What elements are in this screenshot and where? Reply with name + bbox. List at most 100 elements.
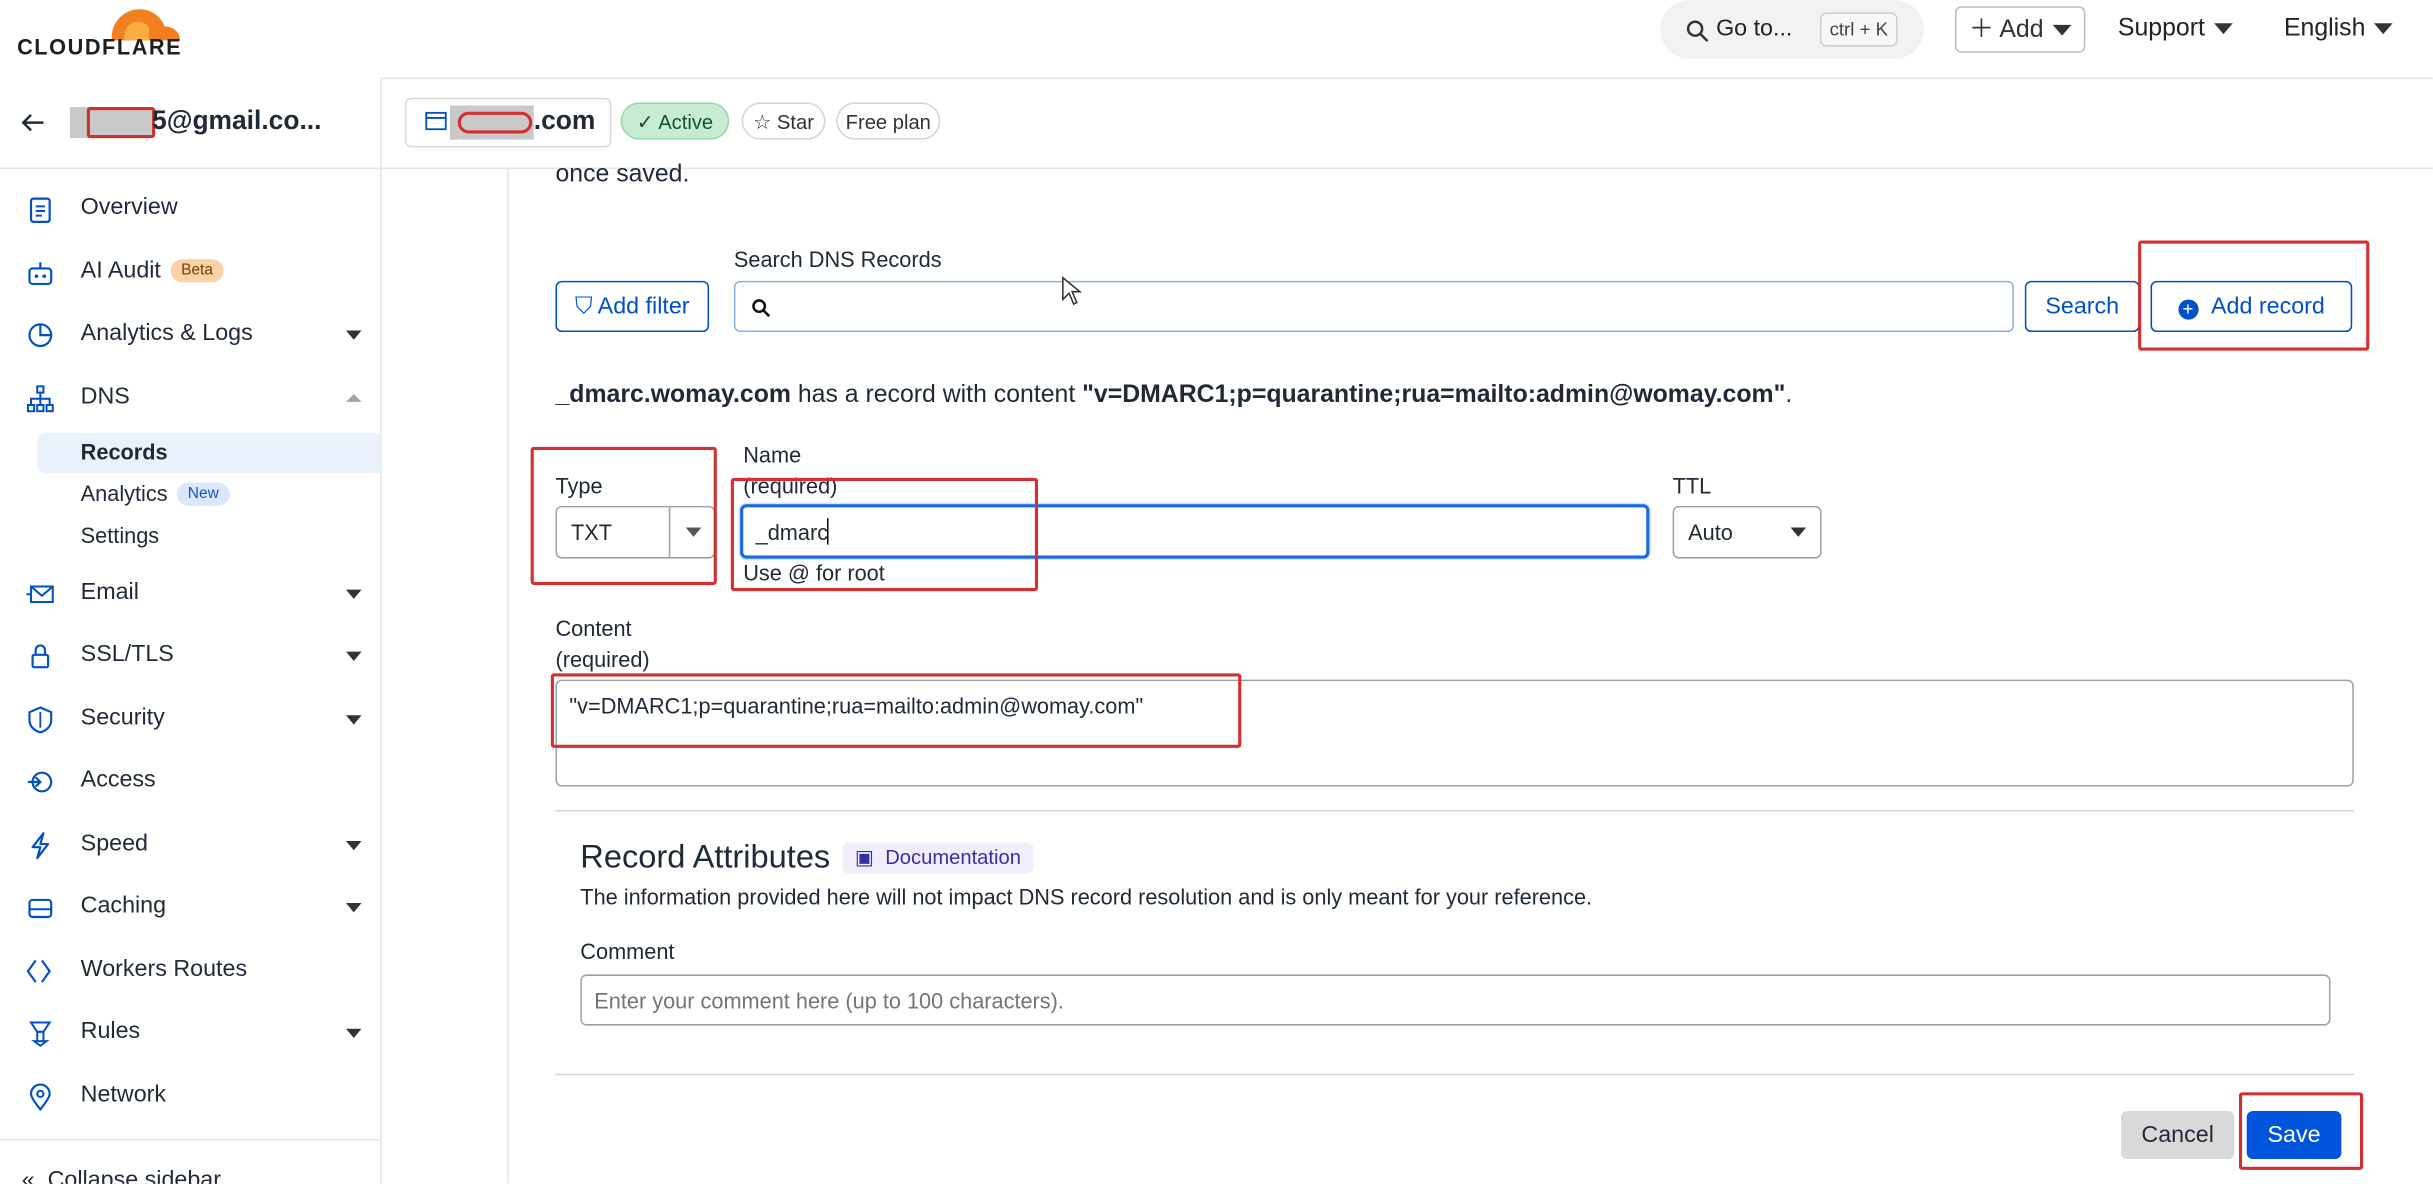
sidebar-item-label: DNS	[80, 383, 130, 410]
name-label: Name	[743, 442, 802, 468]
language-menu[interactable]: English	[2283, 15, 2394, 44]
annotation-box	[457, 111, 533, 134]
ai-audit-label: AI Audit	[80, 257, 161, 284]
record-attributes-title: Record Attributes	[580, 839, 831, 876]
plus-icon: ＋	[1968, 17, 1994, 44]
browser-window-icon	[425, 111, 447, 131]
analytics-label: Analytics	[80, 480, 168, 506]
back-arrow-icon[interactable]	[19, 109, 47, 137]
search-icon	[1686, 20, 1709, 42]
sidebar-item-label: SSL/TLS	[80, 640, 174, 668]
comment-label: Comment	[580, 938, 675, 964]
intro-text: once saved.	[555, 161, 690, 188]
chevron-down-icon	[346, 840, 362, 851]
chevron-down-icon	[346, 903, 362, 913]
chevron-down-icon	[346, 589, 362, 599]
sidebar-item-label: AI Audit Beta	[81, 258, 224, 284]
chevron-down-icon	[2052, 25, 2072, 37]
chevron-down-icon	[2374, 23, 2394, 35]
sidebar-item-workers-routes[interactable]: Workers Routes	[0, 943, 380, 999]
support-menu[interactable]: Support	[2118, 16, 2233, 44]
sidebar-item-speed[interactable]: Speed	[0, 818, 380, 874]
status-badge: ✓ Active	[620, 102, 730, 140]
shortcut-hint: ctrl + K	[1820, 12, 1898, 47]
sidebar-item-label: Analytics & Logs	[80, 319, 253, 347]
collapse-sidebar-button[interactable]: « Collapse sidebar	[22, 1167, 363, 1184]
status-label: Active	[658, 110, 714, 134]
sidebar-item-label: Workers Routes	[80, 955, 248, 983]
sidebar-item-security[interactable]: Security	[0, 692, 380, 748]
sidebar-item-ssl-tls[interactable]: SSL/TLS	[0, 628, 380, 684]
sidebar-item-label: Security	[80, 704, 165, 731]
ttl-label: TTL	[1672, 473, 1712, 499]
chevron-down-icon	[346, 651, 362, 661]
rules-icon	[29, 1021, 52, 1048]
book-icon: ▣	[854, 845, 875, 869]
lock-icon	[31, 644, 50, 669]
email-icon	[26, 585, 54, 604]
sidebar-item-overview[interactable]: Overview	[0, 182, 380, 238]
sidebar-item-email[interactable]: Email	[0, 566, 380, 622]
add-label: Add	[1999, 17, 2044, 44]
sidebar-item-label: Caching	[80, 892, 167, 919]
divider	[555, 1073, 2354, 1076]
search-label: Search DNS Records	[733, 246, 942, 272]
pie-chart-icon	[28, 323, 53, 348]
goto-label: Go to...	[1716, 15, 1793, 42]
record-summary: _dmarc.womay.com has a record with conte…	[555, 382, 1792, 410]
sidebar-item-rules[interactable]: Rules	[0, 1005, 380, 1061]
new-badge: New	[176, 482, 230, 506]
star-button[interactable]: ☆ Star	[741, 102, 826, 140]
sidebar-item-label: Email	[80, 578, 139, 606]
sidebar-subitem-analytics[interactable]: Analytics New	[81, 481, 230, 506]
cancel-button[interactable]: Cancel	[2121, 1110, 2235, 1160]
chevron-down-icon	[1790, 527, 1807, 537]
add-menu-button[interactable]: ＋ Add	[1955, 6, 2086, 53]
search-button[interactable]: Search	[2024, 280, 2140, 333]
language-label: English	[2283, 15, 2366, 42]
add-filter-button[interactable]: ⛉ Add filter	[555, 280, 710, 333]
sidebar-item-caching[interactable]: Caching	[0, 880, 380, 936]
comment-input[interactable]	[580, 974, 2331, 1026]
summary-middle: has a record with content	[790, 381, 1083, 409]
sidebar-item-network[interactable]: Network	[0, 1069, 380, 1125]
network-tree-icon	[26, 385, 54, 413]
sidebar-item-ai-audit[interactable]: AI Audit Beta	[0, 245, 380, 301]
content-required: (required)	[555, 647, 650, 672]
beta-badge: Beta	[170, 259, 224, 283]
filter-icon: ⛉	[575, 293, 593, 320]
collapse-label: Collapse sidebar	[47, 1166, 221, 1184]
workers-icon	[26, 959, 51, 983]
bolt-icon	[31, 832, 50, 860]
star-icon: ☆	[753, 110, 772, 134]
clipboard-icon	[29, 197, 51, 223]
summary-end: .	[1785, 381, 1793, 409]
annotation-box	[730, 477, 1039, 592]
record-content: "v=DMARC1;p=quarantine;rua=mailto:admin@…	[1082, 381, 1786, 409]
documentation-link[interactable]: ▣ Documentation	[842, 842, 1034, 874]
annotation-box	[86, 107, 156, 139]
divider	[0, 1138, 381, 1141]
search-input[interactable]	[733, 280, 2014, 333]
attributes-description: The information provided here will not i…	[580, 884, 1593, 910]
check-icon: ✓	[636, 110, 654, 134]
sidebar-item-label: Access	[80, 766, 156, 793]
documentation-label: Documentation	[885, 845, 1021, 869]
sidebar-item-analytics-logs[interactable]: Analytics & Logs	[0, 307, 380, 363]
sidebar-item-dns[interactable]: DNS	[0, 371, 380, 427]
sidebar-item-access[interactable]: Access	[0, 754, 380, 810]
annotation-box	[530, 446, 717, 585]
sidebar-subitem-records[interactable]: Records	[81, 439, 168, 464]
sidebar-subitem-settings[interactable]: Settings	[81, 523, 160, 548]
double-chevron-left-icon: «	[21, 1166, 35, 1184]
chevron-down-icon	[346, 1028, 362, 1039]
annotation-box	[2238, 1092, 2364, 1170]
star-label: Star	[776, 110, 814, 134]
content-border	[507, 167, 509, 1184]
drive-icon	[28, 898, 53, 919]
ttl-value: Auto	[1688, 519, 1733, 545]
chevron-down-icon	[346, 330, 362, 340]
record-name: _dmarc.womay.com	[555, 381, 791, 409]
access-icon	[27, 771, 53, 793]
plan-badge: Free plan	[836, 102, 941, 140]
